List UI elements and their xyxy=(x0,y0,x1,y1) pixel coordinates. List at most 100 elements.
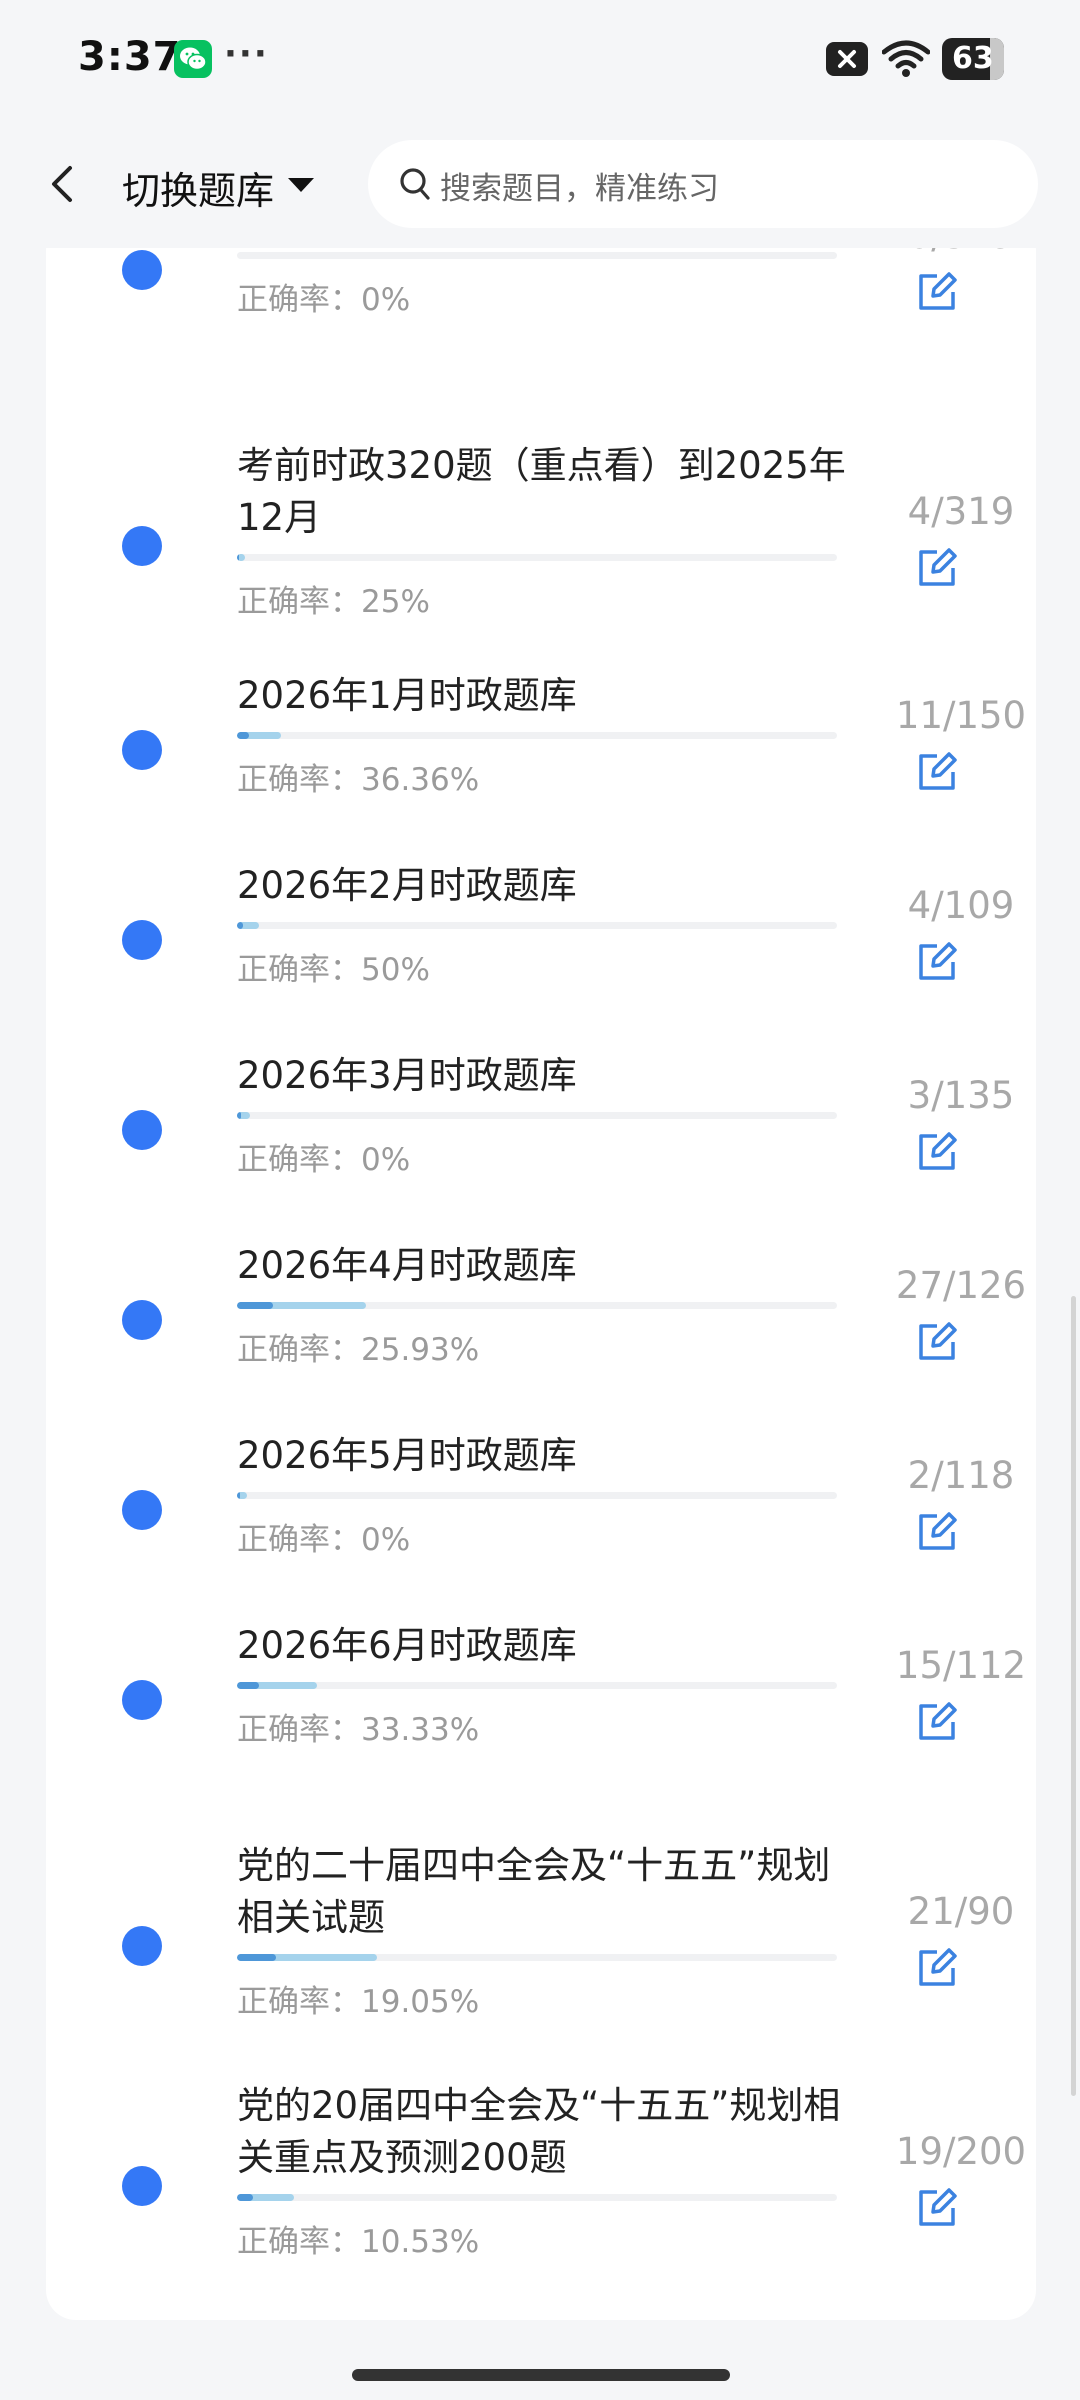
edit-practice-icon[interactable] xyxy=(915,1320,959,1364)
progress-fill-accuracy xyxy=(237,1682,260,1689)
battery-level: 63 xyxy=(952,41,994,76)
item-title[interactable]: 2026年6月时政题库 xyxy=(237,1620,847,1672)
accuracy-value: 0% xyxy=(361,1522,411,1558)
accuracy-label: 正确率： xyxy=(237,584,361,620)
accuracy-value: 0% xyxy=(361,282,411,318)
progress-fill-accuracy xyxy=(237,1954,277,1961)
accuracy-rate: 正确率：10.53% xyxy=(237,2216,479,2261)
status-dot xyxy=(122,2166,162,2206)
progress-fill-accuracy xyxy=(237,2194,253,2201)
accuracy-rate: 正确率：0% xyxy=(237,1514,410,1559)
more-notifications-icon: ··· xyxy=(224,34,269,74)
wifi-icon xyxy=(882,40,930,77)
accuracy-label: 正确率： xyxy=(237,952,361,988)
accuracy-value: 0% xyxy=(361,1142,411,1178)
item-title[interactable]: 考前时政320题（重点看）到2025年12月 xyxy=(237,440,847,544)
edit-practice-icon[interactable] xyxy=(915,1130,959,1174)
status-dot xyxy=(122,1300,162,1340)
accuracy-rate: 正确率：50% xyxy=(237,944,430,989)
accuracy-label: 正确率： xyxy=(237,1984,361,2020)
edit-practice-icon[interactable] xyxy=(915,1510,959,1554)
dropdown-caret-icon[interactable] xyxy=(288,178,314,192)
edit-practice-icon[interactable] xyxy=(915,1946,959,1990)
search-icon xyxy=(400,168,430,200)
battery-icon: 63 xyxy=(942,38,1004,80)
progress-bar xyxy=(237,1954,837,1961)
status-dot xyxy=(122,1110,162,1150)
top-bar: 切换题库 搜索题目，精准练习 xyxy=(0,118,1080,248)
progress-count: 21/90 xyxy=(907,1890,1015,1933)
question-bank-list: 年8月正确率：0%0/319考前时政320题（重点看）到2025年12月正确率：… xyxy=(46,220,1036,2320)
accuracy-label: 正确率： xyxy=(237,1332,361,1368)
status-time: 3:37 xyxy=(78,34,182,80)
accuracy-rate: 正确率：25% xyxy=(237,576,430,621)
progress-fill-accuracy xyxy=(237,922,244,929)
edit-practice-icon[interactable] xyxy=(915,750,959,794)
progress-fill-accuracy xyxy=(237,1302,273,1309)
progress-count: 15/112 xyxy=(895,1644,1027,1687)
search-input[interactable]: 搜索题目，精准练习 xyxy=(368,140,1038,228)
accuracy-value: 33.33% xyxy=(361,1712,480,1748)
status-bar: 3:37 ··· 63 xyxy=(0,0,1080,118)
progress-count: 27/126 xyxy=(895,1264,1027,1307)
accuracy-rate: 正确率：0% xyxy=(237,274,410,319)
progress-count: 19/200 xyxy=(895,2130,1027,2173)
accuracy-label: 正确率： xyxy=(237,2224,361,2260)
edit-practice-icon[interactable] xyxy=(915,940,959,984)
progress-bar xyxy=(237,2194,837,2201)
accuracy-rate: 正确率：33.33% xyxy=(237,1704,479,1749)
progress-fill-accuracy xyxy=(237,732,250,739)
status-dot xyxy=(122,1926,162,1966)
edit-practice-icon[interactable] xyxy=(915,546,959,590)
progress-fill-accuracy xyxy=(237,554,240,561)
progress-fill-accuracy xyxy=(237,1492,240,1499)
progress-bar xyxy=(237,1112,837,1119)
switch-bank-button[interactable]: 切换题库 xyxy=(122,160,274,215)
progress-bar xyxy=(237,252,837,259)
accuracy-label: 正确率： xyxy=(237,282,361,318)
progress-fill-accuracy xyxy=(237,1112,241,1119)
edit-practice-icon[interactable] xyxy=(915,270,959,314)
accuracy-label: 正确率： xyxy=(237,1522,361,1558)
progress-bar xyxy=(237,554,837,561)
accuracy-label: 正确率： xyxy=(237,1142,361,1178)
progress-bar xyxy=(237,1682,837,1689)
search-placeholder: 搜索题目，精准练习 xyxy=(440,171,719,207)
accuracy-value: 25% xyxy=(361,584,430,620)
item-title[interactable]: 2026年2月时政题库 xyxy=(237,860,847,912)
back-arrow-icon[interactable] xyxy=(42,162,82,206)
accuracy-label: 正确率： xyxy=(237,762,361,798)
progress-bar xyxy=(237,1302,837,1309)
edit-practice-icon[interactable] xyxy=(915,2186,959,2230)
edit-practice-icon[interactable] xyxy=(915,1700,959,1744)
item-title[interactable]: 2026年4月时政题库 xyxy=(237,1240,847,1292)
accuracy-value: 25.93% xyxy=(361,1332,480,1368)
progress-count: 3/135 xyxy=(907,1074,1015,1117)
item-title[interactable]: 党的20届四中全会及“十五五”规划相关重点及预测200题 xyxy=(237,2080,847,2184)
progress-count: 11/150 xyxy=(895,694,1027,737)
item-title[interactable]: 2026年3月时政题库 xyxy=(237,1050,847,1102)
progress-bar xyxy=(237,922,837,929)
status-dot xyxy=(122,526,162,566)
item-title[interactable]: 2026年1月时政题库 xyxy=(237,670,847,722)
accuracy-value: 36.36% xyxy=(361,762,480,798)
accuracy-rate: 正确率：0% xyxy=(237,1134,410,1179)
mute-icon xyxy=(826,42,868,76)
progress-count: 4/319 xyxy=(907,490,1015,533)
wechat-notification-icon xyxy=(174,40,212,78)
status-dot xyxy=(122,920,162,960)
accuracy-label: 正确率： xyxy=(237,1712,361,1748)
home-indicator[interactable] xyxy=(352,2369,730,2381)
status-dot xyxy=(122,1680,162,1720)
scrollbar[interactable] xyxy=(1071,1296,1076,2096)
progress-count: 4/109 xyxy=(907,884,1015,927)
accuracy-value: 19.05% xyxy=(361,1984,480,2020)
item-title[interactable]: 党的二十届四中全会及“十五五”规划相关试题 xyxy=(237,1840,847,1944)
progress-bar xyxy=(237,732,837,739)
accuracy-rate: 正确率：25.93% xyxy=(237,1324,479,1369)
accuracy-rate: 正确率：19.05% xyxy=(237,1976,479,2021)
item-title[interactable]: 2026年5月时政题库 xyxy=(237,1430,847,1482)
accuracy-value: 50% xyxy=(361,952,430,988)
status-dot xyxy=(122,730,162,770)
accuracy-value: 10.53% xyxy=(361,2224,480,2260)
